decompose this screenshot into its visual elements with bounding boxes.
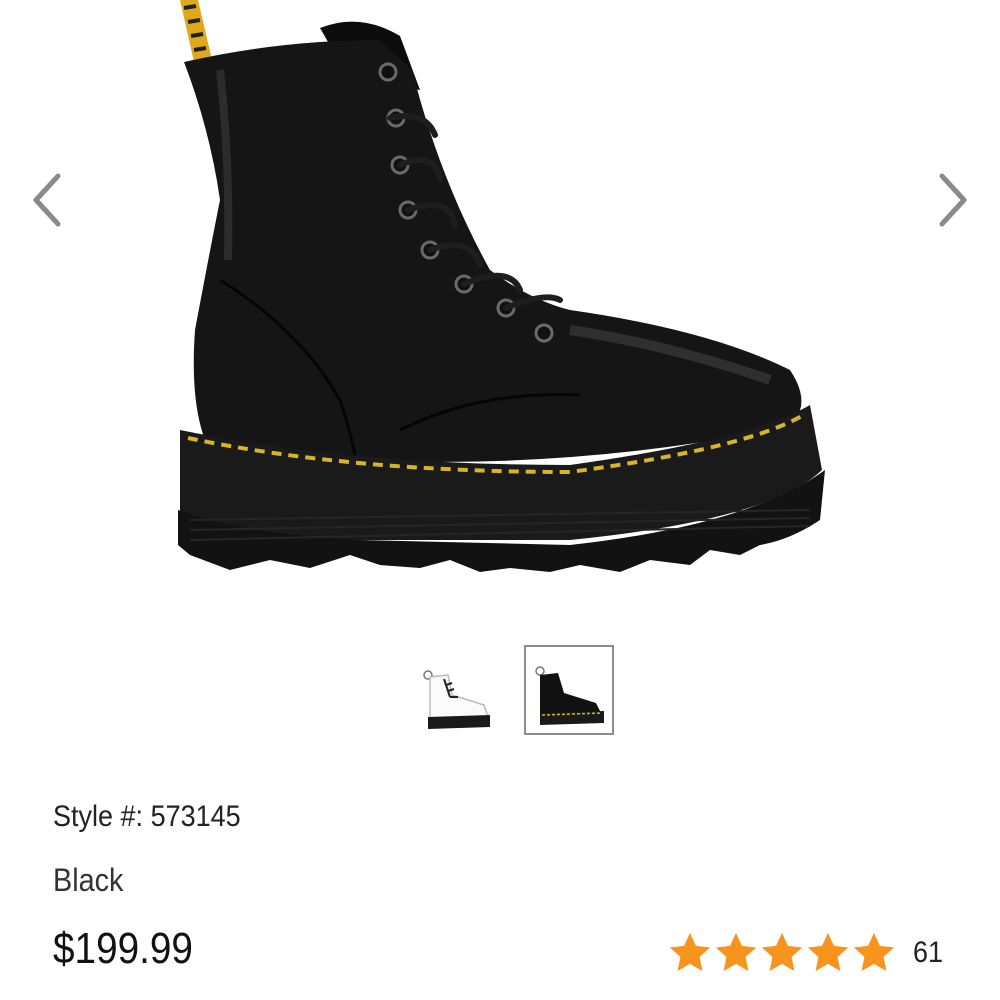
- color-name: Black: [53, 862, 124, 898]
- style-number: Style #: 573145: [53, 800, 241, 834]
- white-boot-thumbnail-image: [423, 670, 490, 729]
- color-thumbnails: [0, 645, 1000, 740]
- chevron-left-icon: [33, 173, 61, 227]
- boot-image: [178, 0, 825, 572]
- thumbnail-black[interactable]: [524, 645, 614, 735]
- rating[interactable]: 61: [667, 928, 946, 978]
- previous-image-button[interactable]: [28, 170, 72, 230]
- chevron-right-icon: [939, 173, 967, 227]
- next-image-button[interactable]: [930, 170, 974, 230]
- star-icon: [715, 932, 757, 972]
- style-value: 573145: [150, 800, 241, 833]
- price: $199.99: [53, 924, 193, 973]
- style-label: Style #:: [53, 800, 144, 833]
- star-icon: [669, 932, 711, 972]
- star-icon: [853, 932, 895, 972]
- review-count: 61: [913, 936, 944, 969]
- product-gallery: [0, 0, 1000, 610]
- star-rating: [667, 930, 897, 976]
- main-product-image: [150, 0, 850, 600]
- thumbnail-white[interactable]: [412, 645, 502, 735]
- star-icon: [761, 932, 803, 972]
- star-icon: [807, 932, 849, 972]
- black-boot-thumbnail-image: [535, 666, 604, 725]
